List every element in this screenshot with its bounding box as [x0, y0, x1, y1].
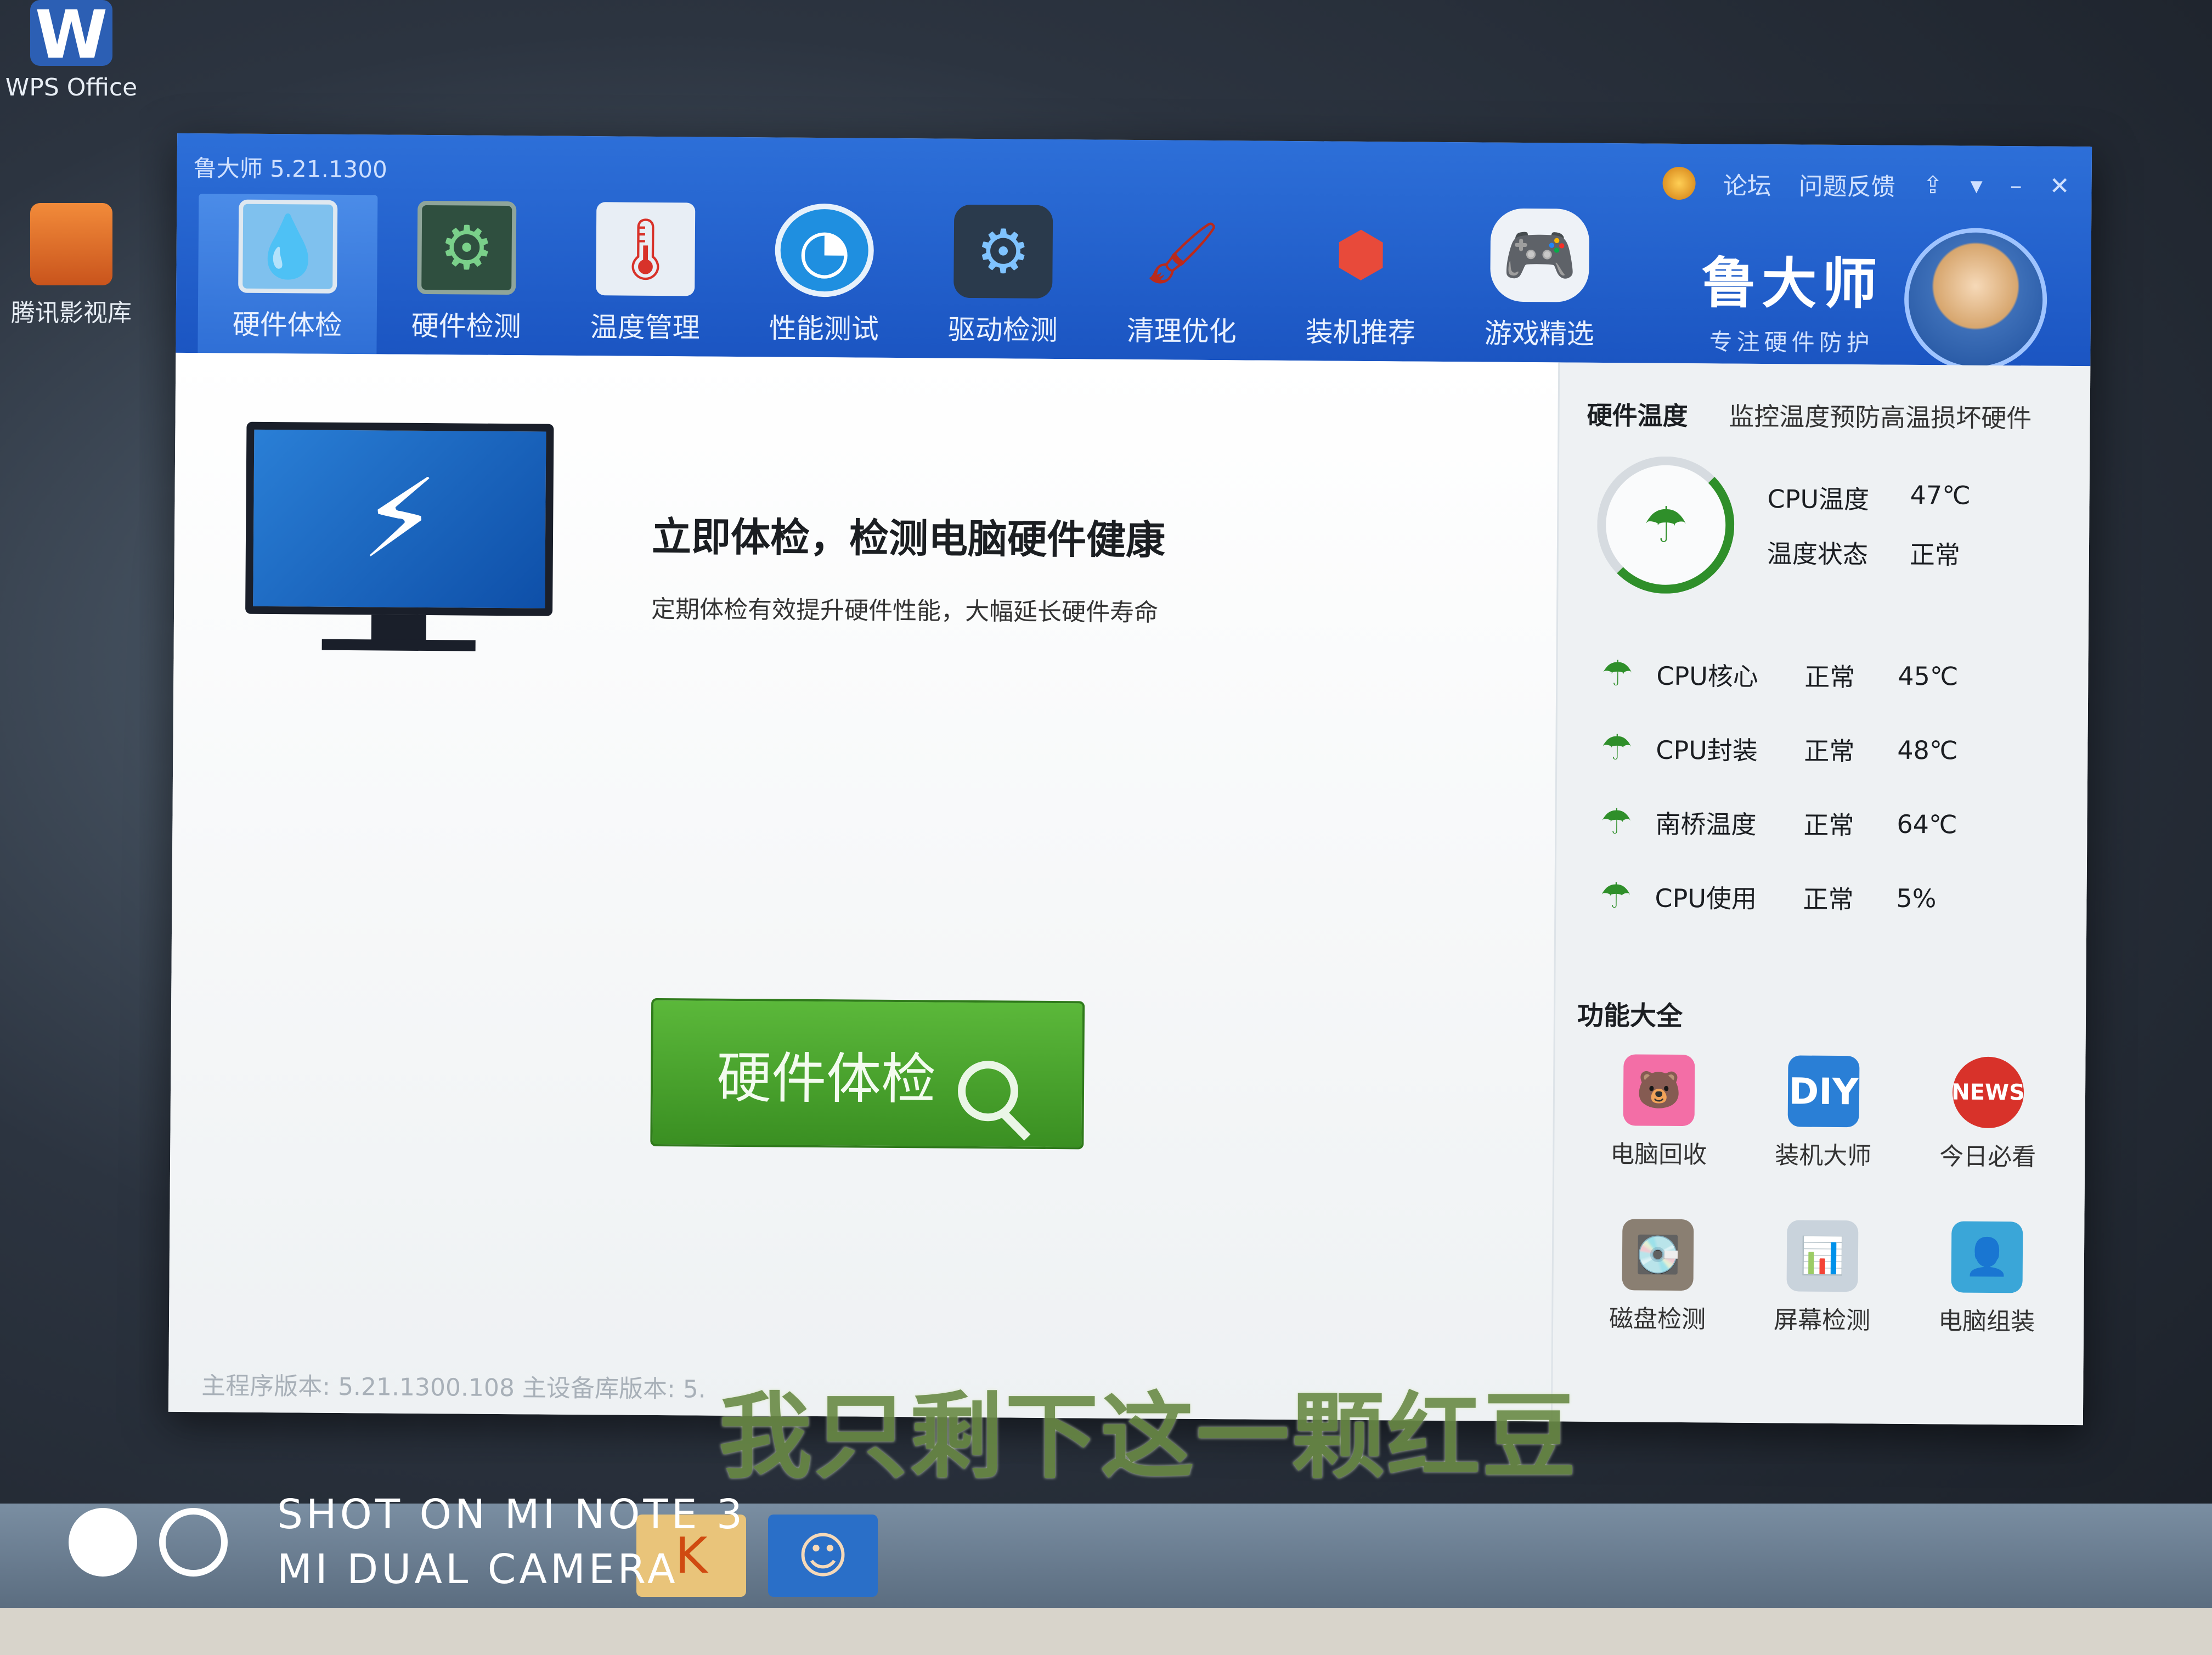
folder-video-icon — [30, 203, 112, 285]
umbrella-icon: ☂ — [1600, 801, 1633, 843]
tab-build-recommend[interactable]: ⬢ 装机推荐 — [1271, 201, 1451, 362]
feedback-link[interactable]: 问题反馈 — [1799, 166, 1895, 202]
cpu-temp-value: 47℃ — [1910, 480, 1971, 510]
tab-label: 性能测试 — [769, 312, 879, 345]
tab-performance[interactable]: ◔ 性能测试 — [734, 198, 914, 358]
button-label: 硬件体检 — [716, 1045, 936, 1112]
temperature-title: 硬件温度 — [1587, 400, 1688, 431]
temp-status-value: 正常 — [1909, 539, 1961, 570]
brand: 鲁大师 专注硬件防护 — [1701, 226, 2048, 371]
umbrella-icon: ☂ — [1600, 875, 1632, 917]
tab-driver[interactable]: ⚙ 驱动检测 — [913, 199, 1093, 359]
desktop-icon-label: 腾讯影视库 — [11, 299, 132, 327]
bear-icon: 🐻 — [1623, 1054, 1695, 1127]
person-icon: 👤 — [1951, 1221, 2023, 1293]
tab-label: 游戏精选 — [1484, 317, 1594, 350]
search-icon — [957, 1060, 1019, 1122]
driver-gear-icon: ⚙ — [953, 204, 1053, 299]
brand-name: 鲁大师 — [1701, 251, 1883, 317]
desktop-lyric: 我只剩下这一颗红豆 — [719, 1383, 1578, 1491]
monitor-illustration: ⚡ — [245, 421, 554, 655]
screen-test-icon: 📊 — [1786, 1220, 1859, 1292]
graphics-card-icon: ⚙ — [417, 200, 517, 295]
desktop-icon-label: WPS Office — [5, 74, 138, 102]
disk-icon: 💽 — [1622, 1219, 1694, 1291]
tab-label: 硬件检测 — [411, 309, 521, 343]
function-screen-check[interactable]: 📊 屏幕检测 — [1751, 1220, 1894, 1336]
umbrella-icon: ☂ — [1601, 727, 1633, 769]
upload-icon[interactable]: ⇪ — [1923, 171, 1943, 199]
watermark-line1: SHOT ON MI NOTE 3 — [277, 1491, 746, 1538]
tab-games[interactable]: 🎮 游戏精选 — [1449, 202, 1629, 363]
minimize-button[interactable]: – — [2010, 172, 2022, 200]
ludashi-window: 鲁大师 5.21.1300 论坛 问题反馈 ⇪ ▾ – ✕ 💧 硬件体检 ⚙ 硬… — [168, 133, 2092, 1426]
sensor-row: ☂ 南桥温度 正常 64℃ — [1600, 801, 1957, 843]
gamepad-icon: 🎮 — [1490, 208, 1590, 302]
temperature-subtitle: 监控温度预防高温损坏硬件 — [1729, 401, 2032, 434]
window-controls: 论坛 问题反馈 ⇪ ▾ – ✕ — [1662, 166, 2070, 204]
monitor-icon: 💧 — [238, 199, 338, 294]
desktop-icon-tencent-video[interactable]: 腾讯影视库 — [0, 203, 143, 328]
temp-status-label: 温度状态 — [1767, 539, 1869, 570]
tab-label: 硬件体检 — [232, 308, 342, 341]
functions-title: 功能大全 — [1577, 1000, 1683, 1032]
hardware-checkup-button[interactable]: 硬件体检 — [650, 998, 1085, 1150]
news-icon: NEWS — [1951, 1056, 2025, 1129]
umbrella-icon: ☂ — [1643, 496, 1688, 554]
brand-slogan: 专注硬件防护 — [1709, 328, 1874, 357]
function-pc-assembly[interactable]: 👤 电脑组装 — [1915, 1221, 2058, 1337]
window-title: 鲁大师 5.21.1300 — [193, 155, 388, 183]
lightning-icon: ⚡ — [245, 421, 554, 616]
mascot-avatar[interactable] — [1904, 227, 2048, 371]
speedometer-icon: ◔ — [775, 203, 874, 297]
medal-icon[interactable] — [1662, 166, 1696, 200]
function-pc-recycle[interactable]: 🐻 电脑回收 — [1587, 1054, 1730, 1170]
sensor-row: ☂ CPU核心 正常 45℃ — [1601, 653, 1959, 695]
wps-icon: W — [30, 0, 112, 71]
camera-watermark: SHOT ON MI NOTE 3 MI DUAL CAMERA — [69, 1487, 746, 1597]
menu-dropdown-icon[interactable]: ▾ — [1970, 171, 1982, 199]
tab-label: 驱动检测 — [947, 313, 1058, 347]
brush-icon: 🖌 — [1143, 217, 1221, 288]
title-bar: 鲁大师 5.21.1300 论坛 问题反馈 ⇪ ▾ – ✕ 💧 硬件体检 ⚙ 硬… — [176, 133, 2092, 371]
cpu-temp-label: CPU温度 — [1767, 484, 1870, 515]
camera-dot-icon — [69, 1507, 137, 1577]
page-title: 立即体检，检测电脑硬件健康 — [651, 513, 1166, 564]
version-info: 主程序版本: 5.21.1300.108 主设备库版本: 5. — [201, 1372, 706, 1404]
umbrella-icon: ☂ — [1601, 653, 1633, 695]
close-button[interactable]: ✕ — [2050, 172, 2070, 200]
sidebar: 硬件温度 监控温度预防高温损坏硬件 ☂ CPU温度 47℃ 温度状态 正常 ☂ … — [1550, 362, 2091, 1426]
main-toolbar: 💧 硬件体检 ⚙ 硬件检测 🌡 温度管理 ◔ 性能测试 ⚙ 驱动检测 🖌 清理优… — [198, 194, 1629, 363]
cube-icon: ⬢ — [1334, 218, 1388, 290]
tab-temperature[interactable]: 🌡 温度管理 — [555, 196, 735, 357]
forum-link[interactable]: 论坛 — [1723, 166, 1771, 202]
function-disk-check[interactable]: 💽 磁盘检测 — [1586, 1219, 1729, 1335]
sensor-row: ☂ CPU使用 正常 5% — [1600, 875, 1937, 917]
tab-label: 装机推荐 — [1305, 316, 1415, 349]
watermark-line2: MI DUAL CAMERA — [277, 1546, 679, 1593]
cpu-temperature-gauge: ☂ — [1596, 455, 1735, 594]
sensor-row: ☂ CPU封装 正常 48℃ — [1601, 727, 1958, 769]
taskbar-app-ludashi[interactable]: ☺ — [768, 1515, 878, 1597]
laptop-bezel — [0, 1608, 2212, 1655]
function-build-master[interactable]: DIY 装机大师 — [1752, 1055, 1895, 1172]
tab-label: 清理优化 — [1126, 314, 1237, 348]
tab-hardware-checkup[interactable]: 💧 硬件体检 — [198, 194, 378, 354]
tab-hardware-detect[interactable]: ⚙ 硬件检测 — [376, 195, 556, 355]
checkup-panel: ⚡ 立即体检，检测电脑硬件健康 定期体检有效提升硬件性能，大幅延长硬件寿命 硬件… — [168, 352, 1559, 1422]
page-subtitle: 定期体检有效提升硬件性能，大幅延长硬件寿命 — [651, 595, 1159, 627]
tab-cleanup[interactable]: 🖌 清理优化 — [1092, 200, 1272, 361]
camera-ring-icon — [159, 1507, 228, 1577]
desktop-icon-wps[interactable]: W WPS Office — [0, 0, 143, 102]
tab-label: 温度管理 — [590, 311, 700, 344]
thermometer-icon: 🌡 — [596, 202, 696, 296]
function-daily-news[interactable]: NEWS 今日必看 — [1916, 1056, 2059, 1173]
temperature-header: 硬件温度 监控温度预防高温损坏硬件 — [1587, 396, 2032, 435]
diy-icon: DIY — [1787, 1055, 1860, 1128]
